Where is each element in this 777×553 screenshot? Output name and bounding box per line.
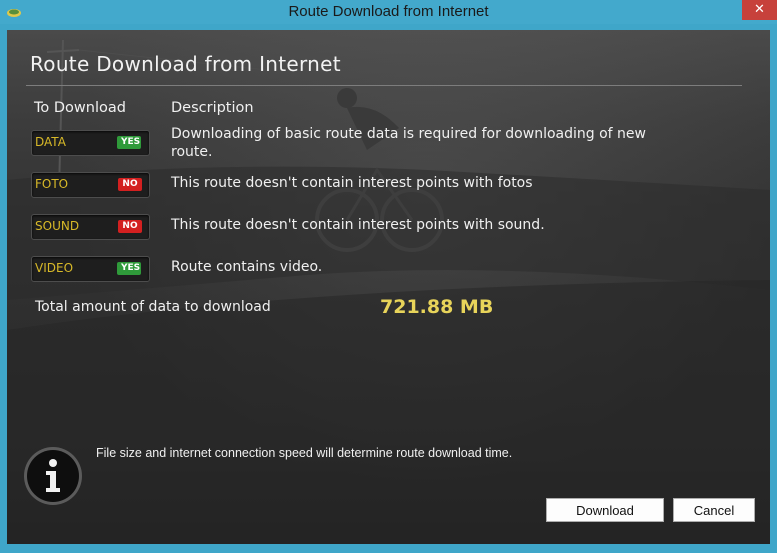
download-item-foto: FOTO NO This route doesn't contain inter… [7, 172, 770, 200]
item-description: This route doesn't contain interest poin… [171, 175, 533, 191]
cancel-button[interactable]: Cancel [673, 498, 755, 522]
sound-toggle[interactable]: SOUND NO [31, 214, 150, 240]
toggle-label: DATA [35, 135, 66, 149]
info-message: File size and internet connection speed … [96, 446, 513, 460]
status-badge-yes: YES [117, 136, 141, 149]
title-divider [26, 85, 742, 86]
item-description: Downloading of basic route data is requi… [171, 126, 646, 160]
dialog-title: Route Download from Internet [30, 52, 341, 76]
toggle-label: FOTO [35, 177, 69, 191]
close-button[interactable]: ✕ [742, 0, 777, 20]
column-header-to-download: To Download [34, 100, 126, 116]
column-header-description: Description [171, 100, 254, 116]
video-toggle[interactable]: VIDEO YES [31, 256, 150, 282]
total-size-value: 721.88 MB [380, 296, 494, 318]
download-item-sound: SOUND NO This route doesn't contain inte… [7, 214, 770, 242]
item-description: Route contains video. [171, 259, 323, 275]
total-size-label: Total amount of data to download [35, 299, 271, 315]
status-badge-yes: YES [117, 262, 141, 275]
toggle-label: SOUND [35, 219, 80, 233]
info-icon [24, 447, 82, 505]
window-title: Route Download from Internet [288, 3, 489, 20]
status-badge-no: NO [118, 178, 142, 191]
window-titlebar: Route Download from Internet ✕ [0, 0, 777, 24]
download-item-data: DATA YES Downloading of basic route data… [7, 126, 770, 160]
status-badge-no: NO [118, 220, 142, 233]
download-button[interactable]: Download [546, 498, 664, 522]
foto-toggle[interactable]: FOTO NO [31, 172, 150, 198]
route-download-dialog: Route Download from Internet To Download… [7, 30, 770, 544]
data-toggle[interactable]: DATA YES [31, 130, 150, 156]
download-item-video: VIDEO YES Route contains video. [7, 256, 770, 284]
toggle-label: VIDEO [35, 261, 74, 275]
item-description: This route doesn't contain interest poin… [171, 217, 545, 233]
